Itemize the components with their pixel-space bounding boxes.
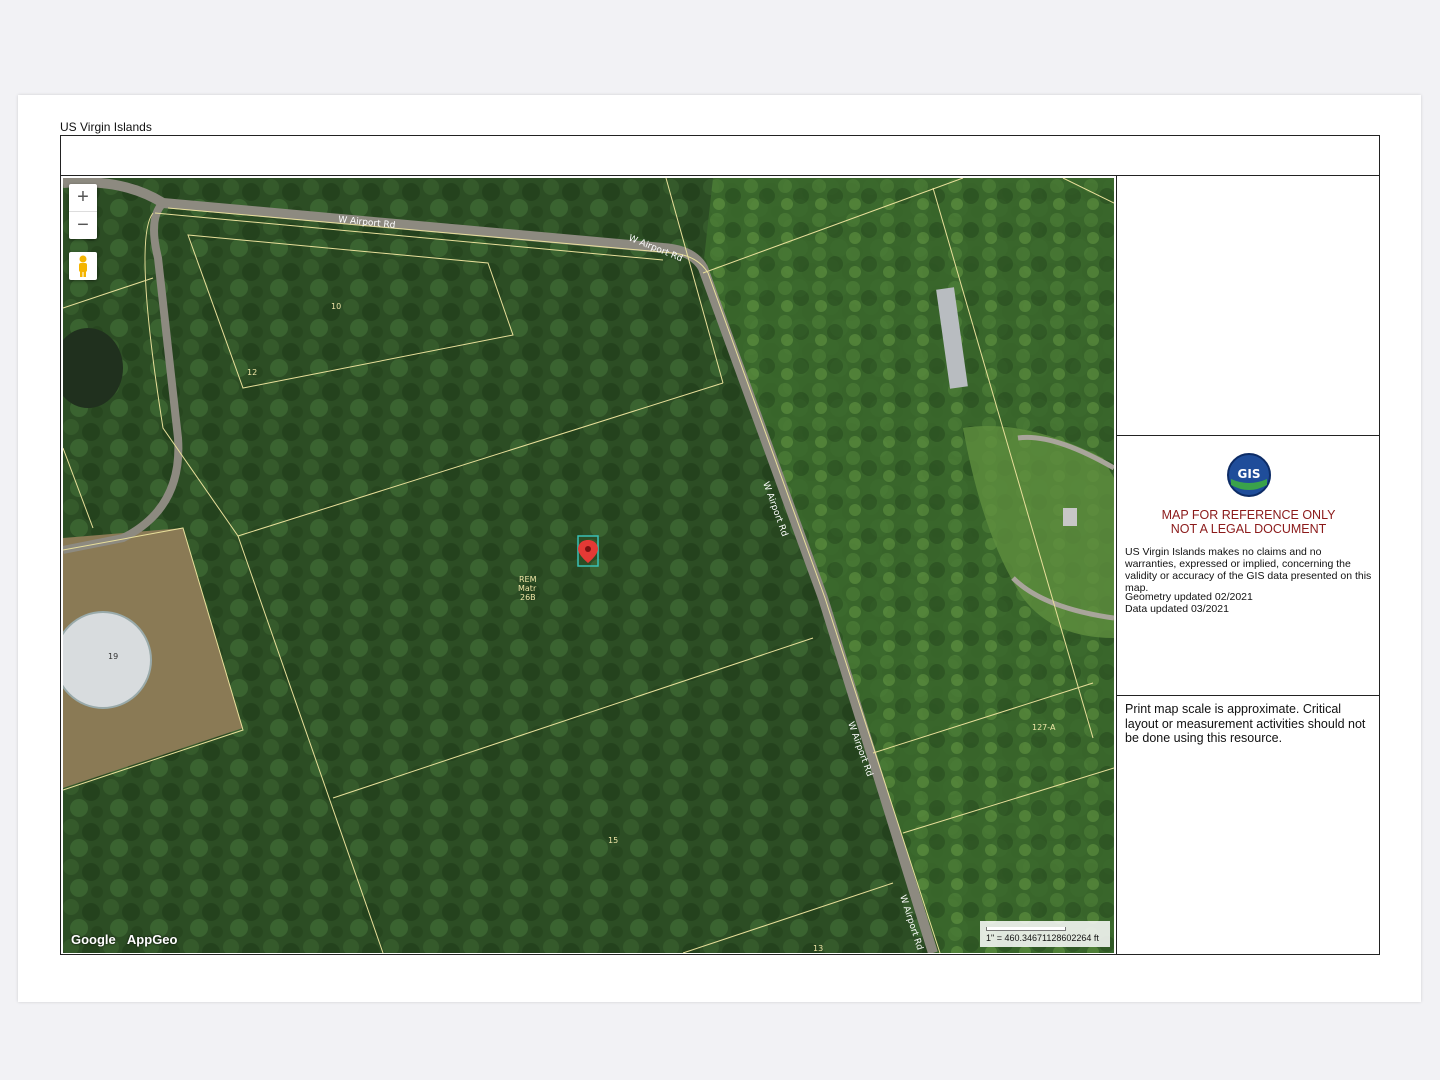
parcel-label: REM xyxy=(519,575,537,584)
appgeo-logo: AppGeo xyxy=(126,932,178,947)
zoom-control: + − xyxy=(69,184,97,239)
zoom-in-button[interactable]: + xyxy=(69,184,97,211)
parcel-label: 19 xyxy=(108,652,118,661)
scale-note: Print map scale is approximate. Critical… xyxy=(1125,702,1366,745)
disclaimer-text: US Virgin Islands makes no claims and no… xyxy=(1125,546,1372,594)
scale-text: 1" = 460.34671128602264 ft xyxy=(986,933,1099,943)
scale-bar-line xyxy=(986,927,1066,931)
parcel-label: 26B xyxy=(520,593,536,602)
disclaimer-box: GIS MAP FOR REFERENCE ONLY NOT A LEGAL D… xyxy=(1117,436,1380,696)
parcel-label: 10 xyxy=(331,302,341,311)
scale-note-box: Print map scale is approximate. Critical… xyxy=(1117,696,1380,955)
warning-line-2: NOT A LEGAL DOCUMENT xyxy=(1170,522,1327,536)
scale-bar: 1" = 460.34671128602264 ft xyxy=(980,921,1110,947)
satellite-map[interactable]: W Airport Rd W Airport Rd W Airport Rd W… xyxy=(63,178,1114,953)
parcel-label: 13 xyxy=(813,944,823,953)
map-canvas: W Airport Rd W Airport Rd W Airport Rd W… xyxy=(63,178,1114,953)
map-frame: W Airport Rd W Airport Rd W Airport Rd W… xyxy=(60,135,1380,955)
map-attribution: Google AppGeo xyxy=(71,932,185,947)
data-updated: Data updated 03/2021 xyxy=(1125,603,1229,615)
gis-logo-icon: GIS xyxy=(1227,453,1271,497)
gis-logo-text: GIS xyxy=(1238,467,1261,481)
parcel-label: Matr xyxy=(518,584,537,593)
pegman-icon[interactable] xyxy=(69,252,97,280)
region-title: US Virgin Islands xyxy=(60,120,152,134)
google-logo: Google xyxy=(71,932,116,947)
reference-warning: MAP FOR REFERENCE ONLY NOT A LEGAL DOCUM… xyxy=(1117,508,1380,536)
zoom-out-button[interactable]: − xyxy=(69,211,97,239)
blank-box xyxy=(1117,176,1380,436)
info-panel: GIS MAP FOR REFERENCE ONLY NOT A LEGAL D… xyxy=(1116,176,1380,955)
header-band xyxy=(61,136,1379,176)
geometry-updated: Geometry updated 02/2021 xyxy=(1125,591,1253,603)
parcel-label: 12 xyxy=(247,368,257,377)
warning-line-1: MAP FOR REFERENCE ONLY xyxy=(1161,508,1336,522)
parcel-label: 15 xyxy=(608,836,618,845)
parcel-label: 127-A xyxy=(1032,723,1056,732)
